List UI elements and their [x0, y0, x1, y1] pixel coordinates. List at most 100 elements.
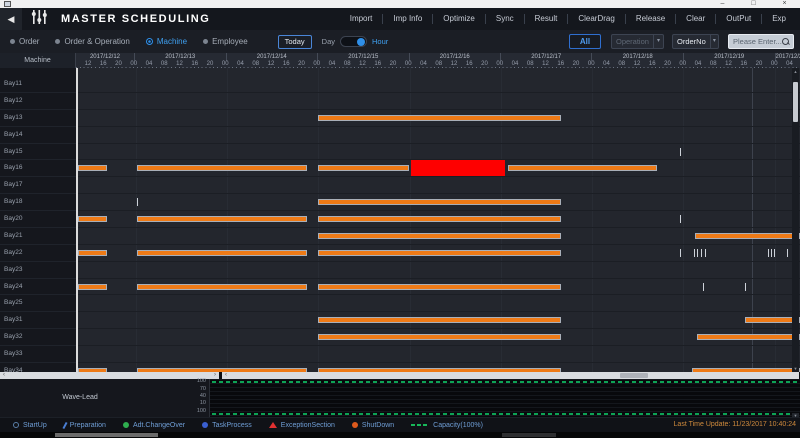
gantt-bar[interactable] — [318, 233, 560, 239]
task-tick[interactable] — [768, 249, 769, 257]
minimize-button[interactable]: – — [707, 0, 738, 8]
task-tick[interactable] — [701, 249, 702, 257]
header-button-result[interactable]: Result — [525, 14, 569, 24]
task-tick[interactable] — [694, 249, 695, 257]
radio-dot-selected — [146, 38, 153, 45]
gantt-bar[interactable] — [78, 216, 107, 222]
day-hour-toggle[interactable] — [340, 36, 367, 47]
orderno-select[interactable]: OrderNo ▾ — [672, 34, 719, 49]
gantt-bar[interactable] — [137, 165, 307, 171]
legend-label: Preparation — [70, 422, 106, 429]
header-button-import[interactable]: Import — [340, 14, 384, 24]
gantt-bar[interactable] — [318, 216, 560, 222]
gantt-row-bay33 — [78, 346, 800, 363]
gantt-bar[interactable] — [137, 284, 307, 290]
gantt-bar[interactable] — [78, 368, 107, 372]
header-button-exp[interactable]: Exp — [762, 14, 796, 24]
gantt-row-bay21 — [78, 228, 800, 245]
task-tick[interactable] — [745, 283, 746, 291]
vertical-scroll-thumb[interactable] — [793, 82, 798, 122]
machine-label-bay22: Bay22 — [0, 245, 76, 262]
header-button-release[interactable]: Release — [626, 14, 676, 24]
radio-employee-label: Employee — [212, 37, 248, 46]
task-tick[interactable] — [680, 148, 681, 156]
operation-select[interactable]: Operation ▾ — [611, 34, 664, 49]
last-update-status: Last Time Update: 11/23/2017 10:40:24 — [674, 421, 796, 428]
search-input[interactable]: Please Enter... — [728, 34, 794, 49]
machine-label-bay13: Bay13 — [0, 110, 76, 127]
gantt-bar[interactable] — [697, 334, 800, 340]
gantt-bar[interactable] — [695, 233, 800, 239]
gantt-bar[interactable] — [78, 165, 107, 171]
task-tick[interactable] — [787, 249, 788, 257]
timeline-scrollbar[interactable]: ‹ — [222, 372, 799, 379]
gantt-bar[interactable] — [137, 250, 307, 256]
scroll-right-icon[interactable]: › — [211, 372, 219, 379]
gantt-bar[interactable] — [78, 284, 107, 290]
maximize-button[interactable]: □ — [738, 0, 769, 8]
machine-label-bay20: Bay20 — [0, 211, 76, 228]
gantt-bar[interactable] — [318, 199, 560, 205]
task-tick[interactable] — [774, 249, 775, 257]
machine-label-bay15: Bay15 — [0, 144, 76, 161]
timeline-date: 2017/12/12 — [76, 53, 134, 61]
radio-employee[interactable]: Employee — [203, 37, 248, 46]
gantt-bar[interactable] — [318, 334, 560, 340]
gantt-bar[interactable] — [137, 216, 307, 222]
gantt-bar[interactable] — [78, 250, 107, 256]
chevron-down-icon: ▾ — [653, 35, 663, 48]
gantt-bar[interactable] — [137, 368, 307, 372]
capacity-line-bottom — [212, 413, 798, 415]
radio-machine[interactable]: Machine — [146, 37, 187, 46]
wave-lead-header: Wave-Lead 100 70 40 10 100 — [0, 379, 209, 417]
today-button[interactable]: Today — [278, 35, 312, 49]
gantt-bar[interactable] — [318, 368, 560, 372]
timeline-scroll-thumb[interactable] — [620, 373, 648, 378]
task-tick[interactable] — [697, 249, 698, 257]
header-button-cleardrag[interactable]: ClearDrag — [568, 14, 625, 24]
exception-bar[interactable] — [411, 160, 506, 176]
radio-order-operation[interactable]: Order & Operation — [55, 37, 129, 46]
radio-order-operation-label: Order & Operation — [64, 37, 129, 46]
machine-label-bay31: Bay31 — [0, 312, 76, 329]
master-scheduling-window: – □ × ◀ MASTER SCHEDULING ImportImp Info… — [0, 0, 800, 438]
scroll-left-icon[interactable]: ‹ — [0, 372, 8, 379]
task-tick[interactable] — [705, 249, 706, 257]
scroll-down-icon[interactable]: ▼ — [792, 365, 799, 372]
wave-axis-70: 70 — [176, 386, 206, 392]
gantt-bar[interactable] — [318, 284, 560, 290]
radio-dot — [55, 39, 60, 44]
date-row: 2017/12/122017/12/132017/12/142017/12/15… — [76, 53, 800, 61]
task-tick[interactable] — [703, 283, 704, 291]
task-tick[interactable] — [771, 249, 772, 257]
all-button[interactable]: All — [569, 34, 601, 49]
header-button-sync[interactable]: Sync — [486, 14, 525, 24]
gantt-bar[interactable] — [508, 165, 657, 171]
header-button-optimize[interactable]: Optimize — [433, 14, 486, 24]
timeline-date-label: 2017/12/19 — [684, 53, 775, 61]
task-tick[interactable] — [137, 198, 138, 206]
gantt-bar[interactable] — [318, 317, 560, 323]
timeline-date: 2017/12/17 — [500, 53, 592, 61]
header-button-imp-info[interactable]: Imp Info — [383, 14, 433, 24]
gantt-row-bay32 — [78, 329, 800, 346]
radio-order[interactable]: Order — [10, 37, 39, 46]
vertical-scrollbar[interactable]: ▲ ▼ — [792, 68, 799, 372]
task-tick[interactable] — [680, 215, 681, 223]
scroll-left-icon[interactable]: ‹ — [222, 372, 230, 379]
back-button[interactable]: ◀ — [0, 8, 22, 30]
header-button-clear[interactable]: Clear — [676, 14, 716, 24]
gantt-bar[interactable] — [692, 368, 800, 372]
gantt-bar[interactable] — [318, 165, 409, 171]
timeline-date: 2017/12/18 — [591, 53, 683, 61]
exceptionsection-icon — [269, 422, 277, 428]
gantt-bar[interactable] — [318, 250, 560, 256]
header-button-output[interactable]: OutPut — [716, 14, 762, 24]
gantt-bar[interactable] — [318, 115, 560, 121]
close-button[interactable]: × — [769, 0, 800, 8]
startup-icon — [13, 422, 19, 428]
scroll-up-icon[interactable]: ▲ — [792, 68, 799, 75]
timeline-date-label: 2017/12/13 — [135, 53, 226, 61]
task-tick[interactable] — [680, 249, 681, 257]
search-icon[interactable] — [782, 38, 790, 46]
